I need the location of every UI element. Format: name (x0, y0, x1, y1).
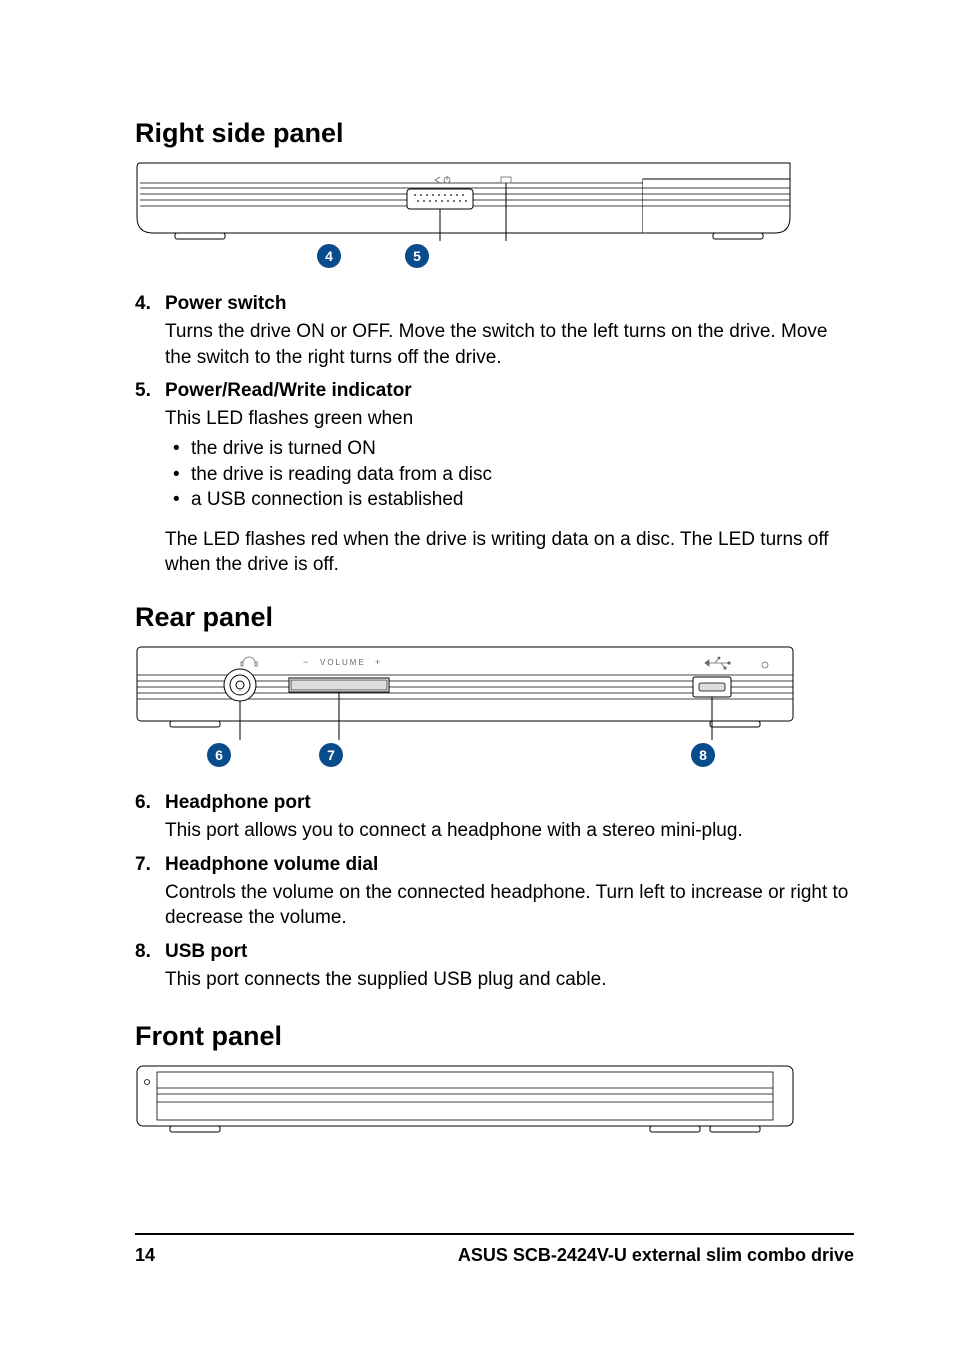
list-item: 6. Headphone port This port allows you t… (135, 792, 854, 848)
page-footer: 14 ASUS SCB-2424V-U external slim combo … (135, 1221, 854, 1266)
item-number: 5. (135, 380, 165, 578)
front-panel-diagram (135, 1064, 854, 1136)
item-desc: This port allows you to connect a headph… (165, 818, 854, 844)
item-desc: Turns the drive ON or OFF. Move the swit… (165, 319, 854, 370)
svg-text:+: + (375, 657, 380, 667)
footer-product-name: ASUS SCB-2424V-U external slim combo dri… (458, 1245, 854, 1266)
list-item: 5. Power/Read/Write indicator This LED f… (135, 380, 854, 578)
bullet-item: the drive is reading data from a disc (169, 462, 854, 488)
bullet-item: a USB connection is established (169, 487, 854, 513)
item-number: 4. (135, 293, 165, 374)
list-item: 4. Power switch Turns the drive ON or OF… (135, 293, 854, 374)
callout-circle-8: 8 (691, 743, 715, 767)
right-panel-diagram: 4 5 (135, 161, 854, 285)
item-title: USB port (165, 941, 854, 963)
item-desc: This port connects the supplied USB plug… (165, 967, 854, 993)
section-heading-right: Right side panel (135, 118, 854, 149)
item-after-paragraph: The LED flashes red when the drive is wr… (165, 527, 854, 578)
rear-panel-diagram: VOLUME − + 6 (135, 645, 854, 784)
item-title: Headphone port (165, 792, 854, 814)
callout-circle-5: 5 (405, 244, 429, 268)
item-desc: Controls the volume on the connected hea… (165, 880, 854, 931)
item-title: Power switch (165, 293, 854, 315)
item-title: Power/Read/Write indicator (165, 380, 854, 402)
callout-circle-4: 4 (317, 244, 341, 268)
callout-circle-7: 7 (319, 743, 343, 767)
item-number: 8. (135, 941, 165, 997)
list-item: 7. Headphone volume dial Controls the vo… (135, 854, 854, 935)
svg-text:−: − (303, 657, 308, 667)
page-number: 14 (135, 1245, 155, 1266)
item-number: 6. (135, 792, 165, 848)
list-item: 8. USB port This port connects the suppl… (135, 941, 854, 997)
section-heading-front: Front panel (135, 1021, 854, 1052)
bullet-item: the drive is turned ON (169, 436, 854, 462)
svg-text:VOLUME: VOLUME (320, 658, 366, 667)
callout-circle-6: 6 (207, 743, 231, 767)
item-title: Headphone volume dial (165, 854, 854, 876)
section-heading-rear: Rear panel (135, 602, 854, 633)
item-desc: This LED flashes green when (165, 406, 854, 432)
item-number: 7. (135, 854, 165, 935)
